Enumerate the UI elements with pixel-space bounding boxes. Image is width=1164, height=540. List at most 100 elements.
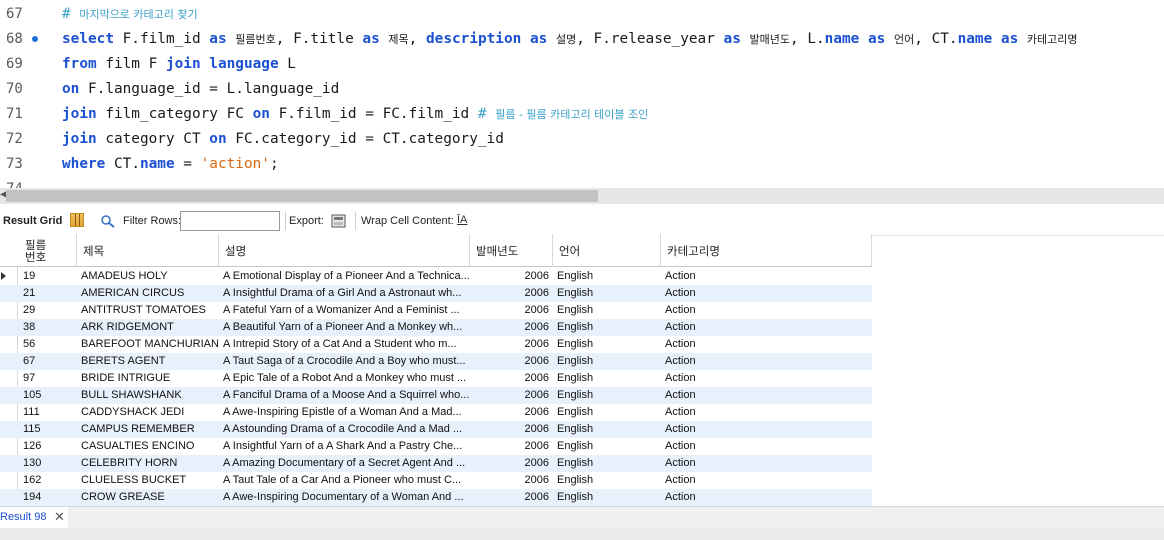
table-cell[interactable]: Action [661,472,872,489]
table-cell[interactable]: Action [661,285,872,302]
table-cell[interactable]: 2006 [470,336,553,353]
table-cell[interactable]: English [553,438,661,455]
table-cell[interactable]: Action [661,421,872,438]
table-cell[interactable]: 21 [19,285,77,302]
table-row[interactable]: 115 CAMPUS REMEMBER A Astounding Drama of … [0,421,872,438]
table-cell[interactable]: 111 [19,404,77,421]
table-cell[interactable]: BERETS AGENT [77,353,219,370]
table-cell[interactable]: 115 [19,421,77,438]
table-cell[interactable]: English [553,472,661,489]
table-row[interactable]: 130 CELEBRITY HORN A Amazing Documentary o… [0,455,872,472]
table-cell[interactable]: Action [661,404,872,421]
table-row[interactable]: 126 CASUALTIES ENCINO A Insightful Yarn of… [0,438,872,455]
table-cell[interactable]: CELEBRITY HORN [77,455,219,472]
table-cell[interactable]: 130 [19,455,77,472]
table-cell[interactable]: Action [661,489,872,506]
table-cell[interactable]: 56 [19,336,77,353]
table-cell[interactable]: A Awe-Inspiring Documentary of a Woman A… [219,489,470,506]
table-cell[interactable]: Action [661,268,872,285]
table-cell[interactable]: CLUELESS BUCKET [77,472,219,489]
column-header[interactable]: 발매년도 [470,234,553,267]
table-cell[interactable]: 2006 [470,472,553,489]
table-row[interactable]: 19 AMADEUS HOLY A Emotional Display of a P… [0,268,872,285]
code-line[interactable]: 67 # 마지막으로 카테고리 찾기 [0,3,1164,28]
table-cell[interactable]: English [553,268,661,285]
table-cell[interactable]: Action [661,319,872,336]
table-cell[interactable]: English [553,319,661,336]
export-icon[interactable] [331,213,347,229]
table-cell[interactable]: A Amazing Documentary of a Secret Agent … [219,455,470,472]
table-row[interactable]: 29 ANTITRUST TOMATOES A Fateful Yarn of a … [0,302,872,319]
close-icon[interactable]: ✕ [54,509,65,525]
result-grid-label[interactable]: Result Grid [3,215,62,227]
table-cell[interactable]: BAREFOOT MANCHURIAN [77,336,219,353]
table-cell[interactable]: 2006 [470,353,553,370]
table-cell[interactable]: 194 [19,489,77,506]
table-cell[interactable]: Action [661,387,872,404]
table-cell[interactable]: 105 [19,387,77,404]
table-cell[interactable]: A Fateful Yarn of a Womanizer And a Femi… [219,302,470,319]
table-cell[interactable]: AMADEUS HOLY [77,268,219,285]
table-cell[interactable]: ANTITRUST TOMATOES [77,302,219,319]
table-cell[interactable]: English [553,353,661,370]
table-cell[interactable]: 126 [19,438,77,455]
table-cell[interactable]: 2006 [470,489,553,506]
editor-scroll-thumb[interactable] [6,190,598,202]
column-header[interactable]: 설명 [219,234,470,267]
table-cell[interactable]: Action [661,302,872,319]
table-cell[interactable]: 2006 [470,455,553,472]
table-cell[interactable]: BRIDE INTRIGUE [77,370,219,387]
table-cell[interactable]: English [553,370,661,387]
result-grid[interactable]: 필름 번호 제목 설명 발매년도 언어 카테고리명 19 AMADEUS HOLY A Emo… [0,234,872,506]
table-cell[interactable]: A Epic Tale of a Robot And a Monkey who … [219,370,470,387]
table-cell[interactable]: CROW GREASE [77,489,219,506]
code-line[interactable]: 72 join category CT on FC.category_id = C… [0,128,1164,153]
table-cell[interactable]: English [553,285,661,302]
table-cell[interactable]: 2006 [470,438,553,455]
table-cell[interactable]: English [553,404,661,421]
table-cell[interactable]: A Awe-Inspiring Epistle of a Woman And a… [219,404,470,421]
table-cell[interactable]: BULL SHAWSHANK [77,387,219,404]
code-line[interactable]: 73 where CT.name = 'action'; [0,153,1164,178]
code-line[interactable]: 74 [0,178,1164,188]
table-cell[interactable]: Action [661,438,872,455]
table-cell[interactable]: A Insightful Yarn of a A Shark And a Pas… [219,438,470,455]
sql-editor[interactable]: 67 # 마지막으로 카테고리 찾기 68 select F.film_id as 필… [0,0,1164,188]
table-cell[interactable]: 19 [19,268,77,285]
column-header[interactable]: 카테고리명 [661,234,872,267]
table-cell[interactable]: 2006 [470,268,553,285]
table-row[interactable]: 162 CLUELESS BUCKET A Taut Tale of a Car A… [0,472,872,489]
filter-icon[interactable] [100,214,116,228]
code-line[interactable]: 68 select F.film_id as 필름번호, F.title as 제… [0,28,1164,53]
table-cell[interactable]: A Emotional Display of a Pioneer And a T… [219,268,470,285]
table-cell[interactable]: Action [661,370,872,387]
table-row[interactable]: 38 ARK RIDGEMONT A Beautiful Yarn of a Pio… [0,319,872,336]
table-cell[interactable]: Action [661,353,872,370]
table-cell[interactable]: A Beautiful Yarn of a Pioneer And a Monk… [219,319,470,336]
table-cell[interactable]: 38 [19,319,77,336]
table-cell[interactable]: English [553,302,661,319]
editor-horizontal-scrollbar[interactable]: ◀ [0,188,1164,204]
table-cell[interactable]: CADDYSHACK JEDI [77,404,219,421]
table-cell[interactable]: 2006 [470,302,553,319]
table-cell[interactable]: Action [661,455,872,472]
table-cell[interactable]: English [553,455,661,472]
table-cell[interactable]: English [553,489,661,506]
code-line[interactable]: 71 join film_category FC on F.film_id = F… [0,103,1164,128]
table-cell[interactable]: 2006 [470,319,553,336]
table-cell[interactable]: English [553,336,661,353]
table-cell[interactable]: 97 [19,370,77,387]
code-line[interactable]: 69 from film F join language L [0,53,1164,78]
table-cell[interactable]: AMERICAN CIRCUS [77,285,219,302]
table-cell[interactable]: A Astounding Drama of a Crocodile And a … [219,421,470,438]
table-cell[interactable]: 2006 [470,285,553,302]
table-cell[interactable]: 162 [19,472,77,489]
table-cell[interactable]: A Taut Saga of a Crocodile And a Boy who… [219,353,470,370]
table-cell[interactable]: 2006 [470,421,553,438]
table-cell[interactable]: A Intrepid Story of a Cat And a Student … [219,336,470,353]
table-row[interactable]: 111 CADDYSHACK JEDI A Awe-Inspiring Epistl… [0,404,872,421]
table-cell[interactable]: CAMPUS REMEMBER [77,421,219,438]
code-line[interactable]: 70 on F.language_id = L.language_id [0,78,1164,103]
table-row[interactable]: 56 BAREFOOT MANCHURIAN A Intrepid Story of… [0,336,872,353]
table-cell[interactable]: English [553,421,661,438]
